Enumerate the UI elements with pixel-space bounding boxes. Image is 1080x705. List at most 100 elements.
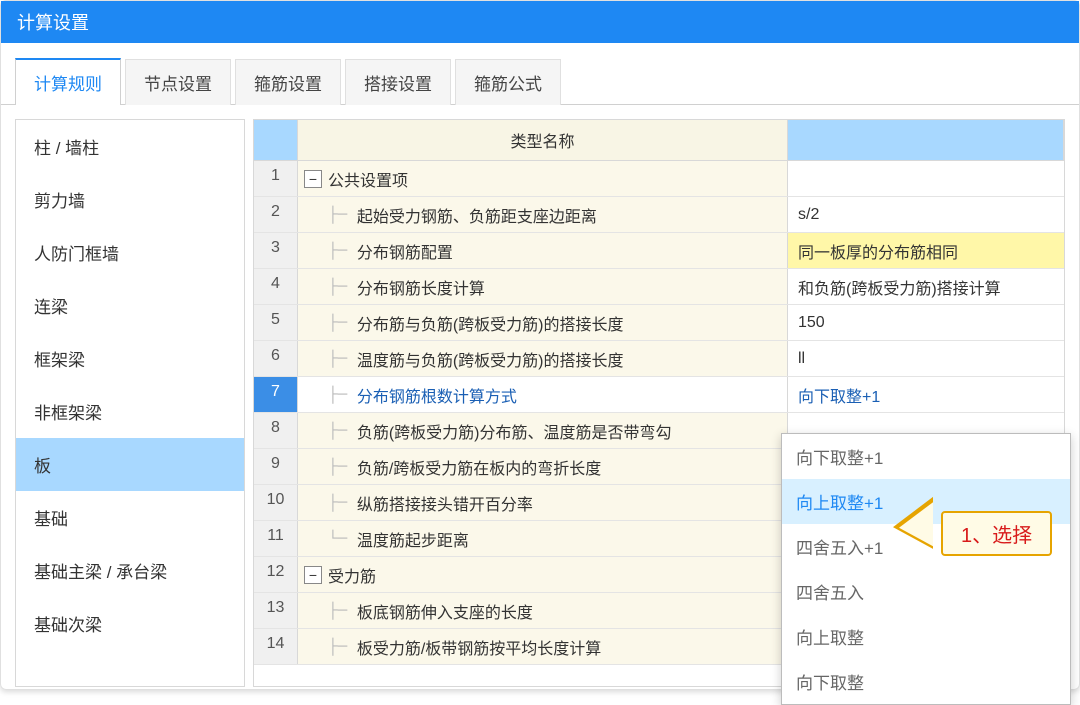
- sidebar: 柱 / 墙柱 剪力墙 人防门框墙 连梁 框架梁 非框架梁 板 基础 基础主梁 /…: [15, 119, 245, 687]
- row-name: 温度筋与负筋(跨板受力筋)的搭接长度: [357, 347, 624, 371]
- row-number: 8: [254, 413, 298, 448]
- tree-line-icon: ├─: [328, 350, 357, 368]
- row-name: 受力筋: [328, 563, 376, 587]
- row-value[interactable]: 同一板厚的分布筋相同: [788, 233, 1064, 268]
- row-name-cell: ├─ 负筋/跨板受力筋在板内的弯折长度: [298, 449, 788, 484]
- row-number: 2: [254, 197, 298, 232]
- row-name: 板底钢筋伸入支座的长度: [357, 599, 533, 623]
- row-number: 14: [254, 629, 298, 664]
- sidebar-item-frame-beam[interactable]: 框架梁: [16, 332, 244, 385]
- row-number: 9: [254, 449, 298, 484]
- row-name-cell: ├─ 分布钢筋配置: [298, 233, 788, 268]
- row-name-cell: − 受力筋: [298, 557, 788, 592]
- sidebar-item-foundation[interactable]: 基础: [16, 491, 244, 544]
- row-name: 负筋(跨板受力筋)分布筋、温度筋是否带弯勾: [357, 419, 672, 443]
- row-number: 4: [254, 269, 298, 304]
- annotation-text: 1、选择: [941, 511, 1052, 556]
- sidebar-item-shear-wall[interactable]: 剪力墙: [16, 173, 244, 226]
- row-name: 公共设置项: [328, 167, 408, 191]
- tab-stirrup-formula[interactable]: 箍筋公式: [455, 59, 561, 105]
- row-number: 13: [254, 593, 298, 628]
- row-value[interactable]: [788, 161, 1064, 196]
- tree-line-icon: ├─: [328, 638, 357, 656]
- header-rownum: [254, 120, 298, 160]
- table-row[interactable]: 6 ├─ 温度筋与负筋(跨板受力筋)的搭接长度 ll: [254, 341, 1064, 377]
- annotation-callout: 1、选择: [941, 511, 1052, 556]
- window-title: 计算设置: [17, 9, 89, 35]
- row-value[interactable]: s/2: [788, 197, 1064, 232]
- row-name-cell: ├─ 分布筋与负筋(跨板受力筋)的搭接长度: [298, 305, 788, 340]
- row-name-cell: − 公共设置项: [298, 161, 788, 196]
- tree-line-icon: └─: [328, 530, 357, 548]
- row-name: 纵筋搭接接头错开百分率: [357, 491, 533, 515]
- row-name: 板受力筋/板带钢筋按平均长度计算: [357, 635, 601, 659]
- row-name: 分布钢筋配置: [357, 239, 453, 263]
- row-value[interactable]: 150: [788, 305, 1064, 340]
- row-number: 12: [254, 557, 298, 592]
- tree-line-icon: ├─: [328, 422, 357, 440]
- header-type-name: 类型名称: [298, 120, 788, 160]
- row-number: 5: [254, 305, 298, 340]
- tree-line-icon: ├─: [328, 206, 357, 224]
- sidebar-item-slab[interactable]: 板: [16, 438, 244, 491]
- row-number: 3: [254, 233, 298, 268]
- table-row[interactable]: 4 ├─ 分布钢筋长度计算 和负筋(跨板受力筋)搭接计算: [254, 269, 1064, 305]
- row-name-cell: ├─ 分布钢筋根数计算方式: [298, 377, 788, 412]
- row-name-cell: ├─ 分布钢筋长度计算: [298, 269, 788, 304]
- row-number: 11: [254, 521, 298, 556]
- row-name-cell: ├─ 起始受力钢筋、负筋距支座边距离: [298, 197, 788, 232]
- tree-line-icon: ├─: [328, 386, 357, 404]
- row-name-cell: ├─ 板底钢筋伸入支座的长度: [298, 593, 788, 628]
- table-row[interactable]: 1 − 公共设置项: [254, 161, 1064, 197]
- tab-lap-settings[interactable]: 搭接设置: [345, 59, 451, 105]
- tree-line-icon: ├─: [328, 314, 357, 332]
- row-name: 温度筋起步距离: [357, 527, 469, 551]
- table-header: 类型名称: [254, 120, 1064, 161]
- row-name-cell: ├─ 板受力筋/板带钢筋按平均长度计算: [298, 629, 788, 664]
- row-name: 分布钢筋根数计算方式: [357, 383, 517, 407]
- row-value-dropdown[interactable]: 向下取整+1: [788, 377, 1064, 412]
- row-name: 分布筋与负筋(跨板受力筋)的搭接长度: [357, 311, 624, 335]
- tree-line-icon: ├─: [328, 278, 357, 296]
- collapse-icon[interactable]: −: [304, 170, 322, 188]
- tab-strip: 计算规则 节点设置 箍筋设置 搭接设置 箍筋公式: [1, 43, 1079, 105]
- dropdown-option[interactable]: 向下取整+1: [782, 434, 1070, 479]
- row-name: 负筋/跨板受力筋在板内的弯折长度: [357, 455, 601, 479]
- row-name-cell: └─ 温度筋起步距离: [298, 521, 788, 556]
- table-row[interactable]: 7 ├─ 分布钢筋根数计算方式 向下取整+1: [254, 377, 1064, 413]
- table-row[interactable]: 5 ├─ 分布筋与负筋(跨板受力筋)的搭接长度 150: [254, 305, 1064, 341]
- dropdown-option[interactable]: 向上取整: [782, 614, 1070, 659]
- dropdown-menu[interactable]: 向下取整+1 向上取整+1 四舍五入+1 四舍五入 向上取整 向下取整: [781, 433, 1071, 705]
- tree-line-icon: ├─: [328, 602, 357, 620]
- table-row[interactable]: 2 ├─ 起始受力钢筋、负筋距支座边距离 s/2: [254, 197, 1064, 233]
- tree-line-icon: ├─: [328, 242, 357, 260]
- row-value[interactable]: 和负筋(跨板受力筋)搭接计算: [788, 269, 1064, 304]
- sidebar-item-foundation-main-beam[interactable]: 基础主梁 / 承台梁: [16, 544, 244, 597]
- table-row[interactable]: 3 ├─ 分布钢筋配置 同一板厚的分布筋相同: [254, 233, 1064, 269]
- tree-line-icon: ├─: [328, 458, 357, 476]
- row-name-cell: ├─ 负筋(跨板受力筋)分布筋、温度筋是否带弯勾: [298, 413, 788, 448]
- tab-stirrup-settings[interactable]: 箍筋设置: [235, 59, 341, 105]
- tree-line-icon: ├─: [328, 494, 357, 512]
- tab-calc-rules[interactable]: 计算规则: [15, 58, 121, 105]
- row-number: 6: [254, 341, 298, 376]
- sidebar-item-coupling-beam[interactable]: 连梁: [16, 279, 244, 332]
- dropdown-option[interactable]: 四舍五入: [782, 569, 1070, 614]
- row-name-cell: ├─ 纵筋搭接接头错开百分率: [298, 485, 788, 520]
- row-number: 1: [254, 161, 298, 196]
- sidebar-item-column[interactable]: 柱 / 墙柱: [16, 120, 244, 173]
- row-number: 7: [254, 377, 298, 412]
- row-name-cell: ├─ 温度筋与负筋(跨板受力筋)的搭接长度: [298, 341, 788, 376]
- window-titlebar: 计算设置: [1, 1, 1079, 43]
- tab-node-settings[interactable]: 节点设置: [125, 59, 231, 105]
- sidebar-item-non-frame-beam[interactable]: 非框架梁: [16, 385, 244, 438]
- row-number: 10: [254, 485, 298, 520]
- dropdown-option[interactable]: 向下取整: [782, 659, 1070, 704]
- row-name: 分布钢筋长度计算: [357, 275, 485, 299]
- collapse-icon[interactable]: −: [304, 566, 322, 584]
- row-value[interactable]: ll: [788, 341, 1064, 376]
- sidebar-item-civil-defense-door[interactable]: 人防门框墙: [16, 226, 244, 279]
- row-name: 起始受力钢筋、负筋距支座边距离: [357, 203, 597, 227]
- header-value: [788, 120, 1064, 160]
- sidebar-item-foundation-secondary-beam[interactable]: 基础次梁: [16, 597, 244, 650]
